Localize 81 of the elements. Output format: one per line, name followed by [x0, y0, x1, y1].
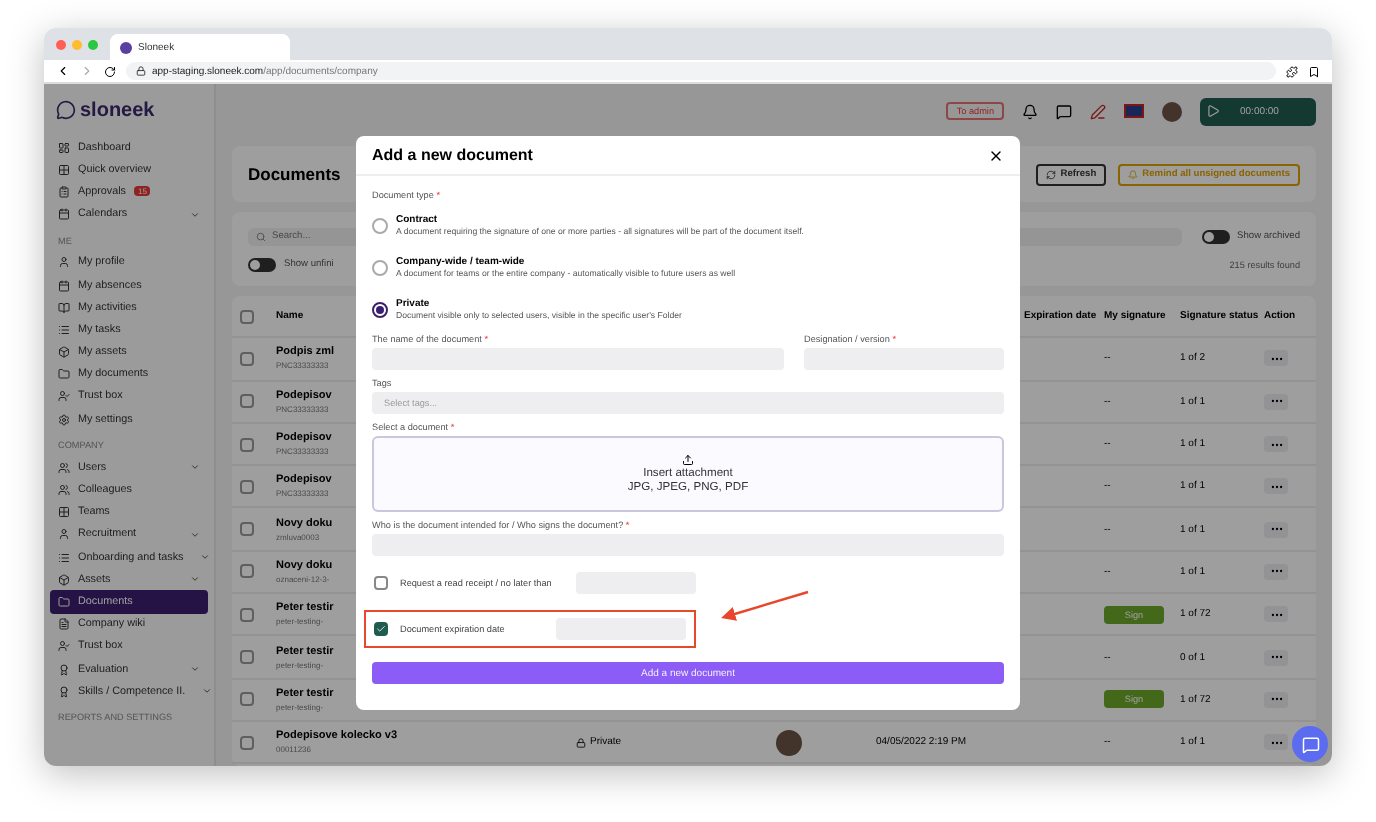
chevron-icon	[190, 209, 200, 220]
play-icon	[1206, 104, 1220, 118]
user-icon	[58, 528, 70, 541]
more-button[interactable]	[1264, 350, 1288, 367]
bell-icon	[1128, 169, 1139, 179]
lock-icon	[576, 737, 586, 748]
users-icon	[58, 484, 70, 497]
lock-icon	[136, 66, 146, 76]
chat-icon[interactable]	[1056, 103, 1072, 119]
more-button[interactable]	[1264, 691, 1288, 708]
search-icon	[256, 232, 266, 242]
more-button[interactable]	[1264, 649, 1288, 666]
more-button[interactable]	[1264, 734, 1288, 751]
more-button[interactable]	[1264, 563, 1288, 580]
checkbox[interactable]	[240, 479, 254, 494]
radio-button[interactable]	[372, 217, 388, 233]
user-icon	[58, 256, 70, 269]
person-check-icon	[58, 640, 70, 653]
extension-icon[interactable]	[1286, 65, 1298, 77]
more-button[interactable]	[1264, 436, 1288, 453]
logo-icon	[56, 100, 76, 120]
check-icon	[376, 624, 386, 634]
page-title: Documents	[248, 164, 341, 184]
upload-icon	[682, 454, 694, 466]
refresh-icon	[1046, 169, 1057, 179]
chevron-icon	[190, 529, 200, 540]
list-icon	[58, 551, 70, 564]
chat-icon	[1301, 735, 1319, 753]
folder-icon	[58, 368, 70, 381]
checkbox[interactable]	[240, 309, 254, 324]
checkbox[interactable]	[240, 522, 254, 537]
bell-icon[interactable]	[1022, 103, 1038, 119]
checkbox[interactable]	[240, 394, 254, 409]
book-icon	[58, 301, 70, 314]
radio-button[interactable]	[372, 301, 388, 317]
more-button[interactable]	[1264, 478, 1288, 495]
logo: sloneek	[50, 92, 208, 128]
checkbox[interactable]	[240, 351, 254, 366]
modal-title: Add a new document	[372, 146, 533, 164]
back-icon[interactable]	[56, 64, 70, 78]
more-button[interactable]	[1264, 606, 1288, 623]
close-icon[interactable]	[988, 147, 1004, 163]
users-icon	[58, 461, 70, 474]
folder-icon	[58, 595, 70, 608]
grid-icon	[58, 506, 70, 519]
person-check-icon	[58, 390, 70, 403]
checkbox[interactable]	[240, 735, 254, 750]
checkbox[interactable]	[240, 650, 254, 665]
bookmark-icon[interactable]	[1308, 65, 1320, 77]
award-icon	[58, 663, 70, 676]
favicon-icon	[120, 41, 132, 53]
avatar	[776, 729, 802, 756]
checkbox[interactable]	[374, 576, 388, 590]
checkbox[interactable]	[240, 692, 254, 707]
radio-button[interactable]	[372, 259, 388, 275]
toggle-switch[interactable]	[1201, 230, 1230, 244]
checkbox[interactable]	[240, 437, 254, 452]
grid-icon	[58, 163, 70, 176]
settings-icon	[58, 413, 70, 426]
clipboard-icon	[58, 185, 70, 198]
list-icon	[58, 323, 70, 336]
checkbox[interactable]	[240, 564, 254, 579]
pen-icon[interactable]	[1090, 103, 1106, 119]
arrow-annotation	[716, 588, 812, 624]
calendar-icon	[58, 208, 70, 221]
dashboard-icon	[58, 141, 70, 154]
more-button[interactable]	[1264, 521, 1288, 538]
file-icon	[58, 618, 70, 631]
calendar-icon	[58, 279, 70, 292]
reload-icon[interactable]	[104, 65, 116, 77]
checkbox[interactable]	[374, 622, 388, 636]
box-icon	[58, 573, 70, 586]
chevron-icon	[190, 462, 200, 473]
checkbox[interactable]	[240, 607, 254, 622]
chat-button[interactable]	[1292, 726, 1328, 762]
box-icon	[58, 346, 70, 359]
more-button[interactable]	[1264, 393, 1288, 410]
forward-icon[interactable]	[80, 64, 94, 78]
toggle-switch[interactable]	[248, 258, 276, 272]
award-icon	[58, 685, 70, 698]
avatar[interactable]	[1162, 101, 1182, 121]
